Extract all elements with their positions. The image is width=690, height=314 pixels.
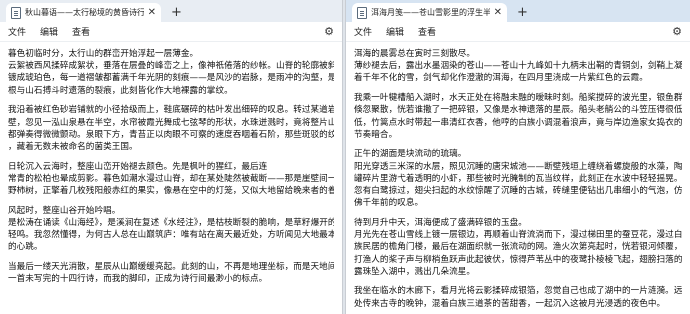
text-line: 月光先在苍山雪线上镀一层银边，再顺着山脊流淌而下，漫过梯田里的蚕豆花，漫过白 xyxy=(354,230,682,241)
text-line: 低，竹篙点水时带起一串清红衣香，他哼的白族小调混着浪声，竟与岸边渔家女捣衣的 xyxy=(354,117,682,128)
text-line: 族民居的檐角门楼，最后在湖面织就一张流动的网。渔火次第亮起时，恍若银河倾覆， xyxy=(354,242,682,253)
text-paragraph: 我沿着被红色砂岩铺就的小径拾级而上，鞋底碾碎的枯叶发出细碎的叹息。转过某道岩 壁，… xyxy=(8,104,334,153)
text-line: 阳光穿透三米深的水层，照见沉睡的唐宋城池——断壁残垣上缠绕着螺旋般的水藻，陶 xyxy=(354,161,682,172)
menu-file[interactable]: 文件 xyxy=(8,25,26,38)
text-paragraph: 风起时，整座山谷开始吟唱。 是松涛在诵读《山海经》，是溪涧在复述《水经注》，是枯枝… xyxy=(8,205,334,254)
tab-title: 秋山暮语——太行秘境的黄昏诗行 xyxy=(25,8,144,17)
new-tab-button[interactable]: + xyxy=(171,5,182,20)
text-line: 节奏暗合。 xyxy=(354,129,398,140)
text-editor[interactable]: 暮色初临时分，太行山的群峦开始浮起一层薄金。云絮被西风揉碎成絮状，垂落在层叠的峰… xyxy=(0,42,342,285)
text-line: 野柿树，正擎着几枚残阳般赤红的果实，像悬在空中的灯笼，又似大地留给晚来者的眷顾。 xyxy=(8,186,334,197)
text-line: 轻鸣。我忽然懂得，为何古人总在山巅筑庐：唯有站在离天最近处，方听闻见大地最本真 xyxy=(8,230,334,241)
text-line: 露珠坠入湖中，溅出几朵流星。 xyxy=(354,266,476,277)
text-paragraph: 待到月升中天，洱海便成了盛满碎银的玉盘。月光先在苍山雪线上镀一层银边，再顺着山脊… xyxy=(354,217,682,278)
text-editor[interactable]: 洱海的晨雾总在寅时三刻散尽。薄纱褪去后，露出水墨洇染的苍山——苍山十九峰如十九柄… xyxy=(346,42,690,310)
text-line: 洱海的晨雾总在寅时三刻散尽。 xyxy=(354,49,476,59)
notepad-window-left: 秋山暮语——太行秘境的黄昏诗行 ✕ + 文件 编辑 查看 ⚙ 暮色初临时分，太行… xyxy=(0,0,343,314)
text-line: 我乘一叶犍槽船入湖时，水天正处在将融未融的暧昧时刻。船桨搅碎的波光里，银鱼群 xyxy=(354,93,682,104)
text-paragraph: 我乘一叶犍槽船入湖时，水天正处在将融未融的暧昧时刻。船桨搅碎的波光里，银鱼群 倏忽… xyxy=(354,92,682,141)
text-line: 风起时，整座山谷开始吟唱。 xyxy=(8,205,121,216)
text-line: 着千年不化的雪，剑气却化作澄澈的洱海，在四月里浇成一片紫红色的云霞。 xyxy=(354,73,648,84)
menu-edit[interactable]: 编辑 xyxy=(40,25,58,38)
text-line: 日轮沉入云海时，整座山峦开始褪去颜色。先是枫叶的猩红，最后连 xyxy=(8,161,268,172)
menu-file[interactable]: 文件 xyxy=(354,25,372,38)
document-tab[interactable]: 洱海月笺——苍山雪影里的浮生半日 ✕ xyxy=(352,3,507,22)
notepad-window-right: 洱海月笺——苍山雪影里的浮生半日 ✕ + 文件 编辑 查看 ⚙ 洱海的晨雾总在寅… xyxy=(345,0,690,314)
text-line: 正午的湖面是块流动的琉璃。 xyxy=(354,149,467,160)
text-line: 云絮被西风揉碎成絮状，垂落在层叠的峰峦之上，像神祇倦落的纱帐。山脊的轮廓被斜阳 xyxy=(8,61,334,72)
close-tab-icon[interactable]: ✕ xyxy=(148,7,156,18)
text-paragraph: 暮色初临时分，太行山的群峦开始浮起一层薄金。云絮被西风揉碎成絮状，垂落在层叠的峰… xyxy=(8,48,334,97)
text-line: 我沿着被红色砂岩铺就的小径拾级而上，鞋底碾碎的枯叶发出细碎的叹息。转过某道岩 xyxy=(8,105,334,116)
text-line: 我坐在临水的木廊下，看月光将云影揉碎成银箔，忽觉自己也成了湖中的一片涟漪。远 xyxy=(354,286,682,297)
text-line: 暮色初临时分，太行山的群峦开始浮起一层薄金。 xyxy=(8,49,199,59)
title-bar: 洱海月笺——苍山雪影里的浮生半日 ✕ + xyxy=(346,0,690,22)
text-paragraph: 我坐在临水的木廊下，看月光将云影揉碎成银箔，忽觉自己也成了湖中的一片涟漪。远 处传… xyxy=(354,285,682,309)
text-line: 处传来古寺的晚钟，混着白族三道茶的苦甜香，一起沉入这被月光浸透的夜色中。 xyxy=(354,298,666,309)
text-line: 打渔人的桨子声与柳梢鱼跃声此起彼伏，惊得芦苇丛中的夜鹭扑棱棱飞起，翅膀扫落的 xyxy=(354,254,682,265)
text-paragraph: 洱海的晨雾总在寅时三刻散尽。薄纱褪去后，露出水墨洇染的苍山——苍山十九峰如十九柄… xyxy=(354,48,682,85)
text-line: 忽有白鹭掠过，翅尖扫起的水纹惊醒了沉睡的古城，砖缝里便钻出几串细小的气泡，仿 xyxy=(354,186,682,197)
settings-gear-icon[interactable]: ⚙ xyxy=(324,25,334,38)
settings-gear-icon[interactable]: ⚙ xyxy=(672,25,682,38)
text-line: 罐碎片里游弋着透明的小虾，那些被时光腌制的瓦当纹样，此刻正在水波中轻轻摇晃。 xyxy=(354,173,682,184)
tab-title: 洱海月笺——苍山雪影里的浮生半日 xyxy=(371,8,490,17)
text-line: 根与山石搏斗时遗落的裂痕，此刻皆化作大地裸露的掌纹。 xyxy=(8,85,233,96)
menu-bar: 文件 编辑 查看 ⚙ xyxy=(346,22,690,42)
notepad-icon xyxy=(357,6,367,19)
new-tab-button[interactable]: + xyxy=(517,5,528,20)
text-line: 镀成琥珀色，每一道褶皱都蓄满千年光阴的刻痕——是风沙的岩脉，是雨冲的沟壑，是树 xyxy=(8,73,334,84)
menu-view[interactable]: 查看 xyxy=(72,25,90,38)
menu-view[interactable]: 查看 xyxy=(418,25,436,38)
text-paragraph: 当最后一缕天光消散，星辰从山巅缓缓亮起。此刻的山，不再是地理坐标，而是天地间 一首… xyxy=(8,261,334,285)
text-line: 常青的松柏也晕成剪影。暮色如潮水漫过山脊，却在某处陡然被截断——那是崖壁间一株 xyxy=(8,173,334,184)
text-line: 待到月升中天，洱海便成了盛满碎银的玉盘。 xyxy=(354,217,527,228)
text-line: 一首未写完的十四行诗，而我的脚印，正成为诗行间最渺小的标点。 xyxy=(8,274,268,285)
title-bar: 秋山暮语——太行秘境的黄昏诗行 ✕ + xyxy=(0,0,342,22)
text-line: ，藏着无数未被命名的菌类王国。 xyxy=(8,141,138,152)
close-tab-icon[interactable]: ✕ xyxy=(494,7,502,18)
text-paragraph: 正午的湖面是块流动的琉璃。 阳光穿透三米深的水层，照见沉睡的唐宋城池——断壁残垣上… xyxy=(354,148,682,209)
notepad-icon xyxy=(11,6,21,19)
text-line: 薄纱褪去后，露出水墨洇染的苍山——苍山十九峰如十九柄未出鞘的青铜剑，剑鞘上凝 xyxy=(354,61,682,72)
text-line: 佛千年前的叹息。 xyxy=(354,198,424,209)
text-line: 是松涛在诵读《山海经》，是溪涧在复述《水经注》，是枯枝断裂的脆响，是草籽爆开的 xyxy=(8,217,334,228)
document-tab[interactable]: 秋山暮语——太行秘境的黄昏诗行 ✕ xyxy=(6,3,161,22)
menu-edit[interactable]: 编辑 xyxy=(386,25,404,38)
text-line: 倏忽聚散，恍若谁撒了一把碎银，又像是水神遗落的星辰。船头老艄公的斗笠压得很低 xyxy=(354,105,682,116)
text-line: 壁，忽见一泓山泉悬在半空，水帘被霞光舞成七弦琴的形状，水珠迸溅时，竟将整片山色 xyxy=(8,117,334,128)
text-line: 都弹奏得微微颤动。泉眼下方，青苔正以肉眼不可察的速度吞咽着石阶，那些斑驳的纹路 xyxy=(8,129,334,140)
text-line: 当最后一缕天光消散，星辰从山巅缓缓亮起。此刻的山，不再是地理坐标，而是天地间 xyxy=(8,262,334,273)
text-line: 的心跳。 xyxy=(8,242,43,253)
text-paragraph: 日轮沉入云海时，整座山峦开始褪去颜色。先是枫叶的猩红，最后连 常青的松柏也晕成剪影… xyxy=(8,161,334,198)
menu-bar: 文件 编辑 查看 ⚙ xyxy=(0,22,342,42)
